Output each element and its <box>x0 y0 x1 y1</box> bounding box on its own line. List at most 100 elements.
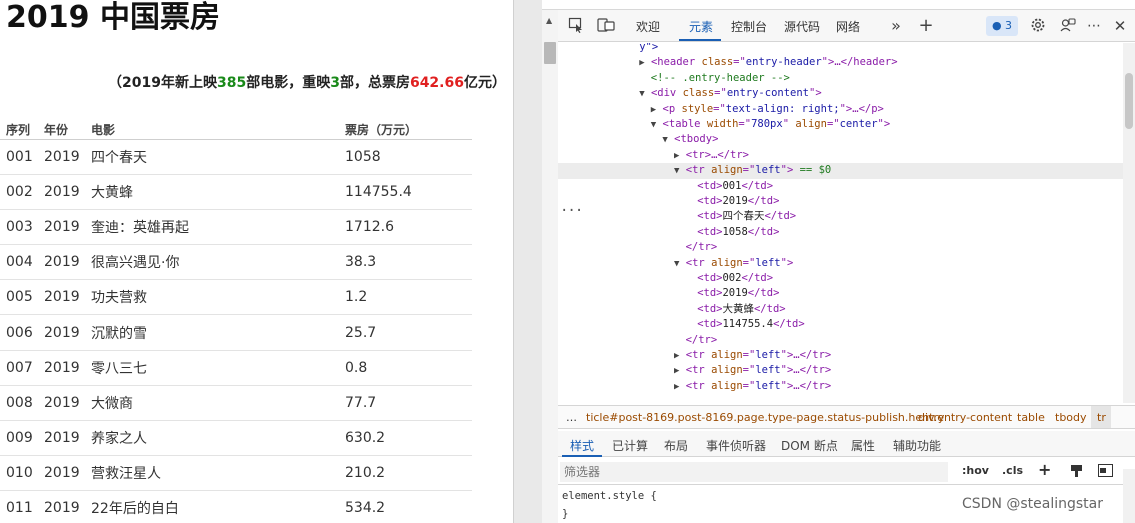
dom-node-line[interactable]: ▶ <header class="entry-header">…</header… <box>558 55 898 70</box>
dom-node-line[interactable]: <td>2019</td> <box>558 194 779 209</box>
dom-node-selected[interactable]: ▼ <tr align="left"> == $0 <box>558 163 1123 179</box>
dom-node-line[interactable]: </tr> <box>558 240 718 255</box>
dom-node-line[interactable]: <td>001</td> <box>558 179 773 194</box>
tab-properties[interactable]: 属性 <box>851 437 875 454</box>
dom-node-line[interactable]: <td>2019</td> <box>558 286 779 301</box>
cell-year: 2019 <box>44 499 80 516</box>
breadcrumb-more[interactable]: … <box>566 411 577 424</box>
table-row: 003 2019 奎迪：英雄再起 1712.6 <box>0 210 472 246</box>
tab-console[interactable]: 控制台 <box>731 18 767 35</box>
cell-index: 002 <box>6 184 33 201</box>
tag-close: </td> <box>741 179 774 192</box>
tag-tail: …</header> <box>834 56 898 69</box>
dom-node-line[interactable]: <td>114755.4</td> <box>558 317 804 332</box>
cell-year: 2019 <box>44 464 80 481</box>
page-title: 2019 中国票房 <box>6 0 220 35</box>
close-devtools-icon[interactable]: ✕ <box>1110 17 1130 35</box>
dom-node-line[interactable]: ▼ <tr align="left"> <box>558 256 793 271</box>
dom-node-line[interactable]: ▶ <tr>…</tr> <box>558 148 749 163</box>
cell-index: 005 <box>6 289 33 306</box>
issues-badge[interactable]: ● 3 <box>986 16 1018 36</box>
page-scrollbar[interactable]: ▲ <box>542 10 558 523</box>
attr-value: left <box>755 256 781 269</box>
dom-node-line[interactable]: ▶ <tr align="left">…</tr> <box>558 348 831 363</box>
tag-tail: …</tr> <box>711 148 749 161</box>
tab-network[interactable]: 网络 <box>836 18 860 35</box>
dom-node-line[interactable]: ▶ <tr align="left">…</tr> <box>558 363 831 378</box>
issues-icon: ● <box>991 19 1002 32</box>
scroll-up-icon[interactable]: ▲ <box>546 16 552 25</box>
cell-movie: 沉默的雪 <box>91 325 147 342</box>
feedback-icon[interactable] <box>1058 17 1078 35</box>
breadcrumb-table[interactable]: table <box>1017 411 1045 424</box>
breadcrumb-tr[interactable]: tr <box>1097 411 1106 424</box>
cell-year: 2019 <box>44 324 80 341</box>
cell-index: 011 <box>6 499 33 516</box>
tab-computed[interactable]: 已计算 <box>612 437 648 454</box>
class-toggle[interactable]: .cls <box>1002 464 1023 477</box>
inspect-element-icon[interactable] <box>566 17 586 35</box>
issues-count: 3 <box>1005 19 1013 32</box>
summary-mid2: 部，总票房 <box>339 75 410 91</box>
cell-index: 001 <box>6 149 33 166</box>
attr-eq: =" <box>714 87 727 100</box>
tag-name: tr <box>692 349 705 361</box>
more-options-icon[interactable]: ⋯ <box>1084 17 1104 35</box>
dom-tree-scrollbar-thumb[interactable] <box>1125 73 1133 129</box>
expand-toggle-icon[interactable]: ▼ <box>639 89 644 99</box>
attr-value: left <box>755 164 781 177</box>
dom-node-line[interactable]: ▶ <p style="text-align: right;">…</p> <box>558 102 884 117</box>
breadcrumb-tbody[interactable]: tbody <box>1055 411 1087 424</box>
breadcrumb-article[interactable]: ticle#post-8169.post-8169.page.type-page… <box>586 411 944 424</box>
table-row: 006 2019 沉默的雪 25.7 <box>0 315 472 351</box>
dom-node-line[interactable]: ▼ <table width="780px" align="center"> <box>558 117 890 132</box>
cell-movie: 奎迪：英雄再起 <box>91 220 189 237</box>
tag-close: </td> <box>747 225 780 238</box>
tab-styles[interactable]: 样式 <box>570 437 594 454</box>
hover-state-toggle[interactable]: :hov <box>962 464 989 477</box>
tab-elements[interactable]: 元素 <box>689 18 713 35</box>
page-scrollbar-thumb[interactable] <box>544 42 556 64</box>
tab-event-listeners[interactable]: 事件侦听器 <box>706 437 766 454</box>
tag-name: tr <box>692 364 705 377</box>
dom-node-line[interactable]: y"> <box>558 43 658 55</box>
tab-layout[interactable]: 布局 <box>664 437 688 454</box>
tag-name: header <box>657 56 696 69</box>
summary-suffix: 亿元） <box>463 75 506 91</box>
add-tab-icon[interactable]: + <box>916 17 936 35</box>
paint-icon[interactable] <box>1070 464 1083 481</box>
more-tabs-icon[interactable]: » <box>886 17 906 35</box>
styles-scrollbar[interactable] <box>1123 469 1135 523</box>
dom-node-line[interactable]: <td>大黄蜂</td> <box>558 302 785 317</box>
toggle-sidebar-icon[interactable] <box>1098 464 1113 480</box>
tag-open: <td> <box>697 179 723 192</box>
tab-dom-breakpoints[interactable]: DOM 断点 <box>781 437 838 454</box>
dom-node-line[interactable]: ▼ <tbody> <box>558 132 718 147</box>
dom-node-line[interactable]: <td>1058</td> <box>558 225 779 240</box>
styles-filter-input[interactable] <box>560 462 948 482</box>
cell-year: 2019 <box>44 184 80 201</box>
expand-toggle-icon[interactable]: ▶ <box>639 58 644 68</box>
dom-node-line[interactable]: </tr> <box>558 333 718 348</box>
device-emulation-icon[interactable] <box>596 17 616 35</box>
table-row: 002 2019 大黄蜂 114755.4 <box>0 175 472 211</box>
element-style-rule[interactable]: element.style { <box>562 490 657 502</box>
dom-node-line[interactable]: ▼ <div class="entry-content"> <box>558 86 821 101</box>
tab-welcome[interactable]: 欢迎 <box>636 18 660 35</box>
tab-sources[interactable]: 源代码 <box>784 18 820 35</box>
tab-accessibility[interactable]: 辅助功能 <box>893 437 941 454</box>
cell-movie: 零八三七 <box>91 360 147 377</box>
cell-movie: 大黄蜂 <box>91 185 133 202</box>
expand-toggle-icon[interactable]: ▼ <box>662 135 667 145</box>
dom-tree-scrollbar[interactable] <box>1123 43 1135 403</box>
new-rule-icon[interactable]: + <box>1038 460 1051 479</box>
attr-eq: =" <box>738 118 752 130</box>
dom-node-line[interactable]: <td>四个春天</td> <box>558 209 796 224</box>
td-text: 2019 <box>722 287 748 300</box>
cell-movie: 四个春天 <box>91 150 147 167</box>
dom-node-line[interactable]: <!-- .entry-header --> <box>558 71 790 86</box>
settings-gear-icon[interactable] <box>1028 17 1048 35</box>
dom-node-line[interactable]: <td>002</td> <box>558 271 773 286</box>
breadcrumb-div[interactable]: div.entry-content <box>918 411 1012 424</box>
dom-node-line[interactable]: ▶ <tr align="left">…</tr> <box>558 379 831 394</box>
